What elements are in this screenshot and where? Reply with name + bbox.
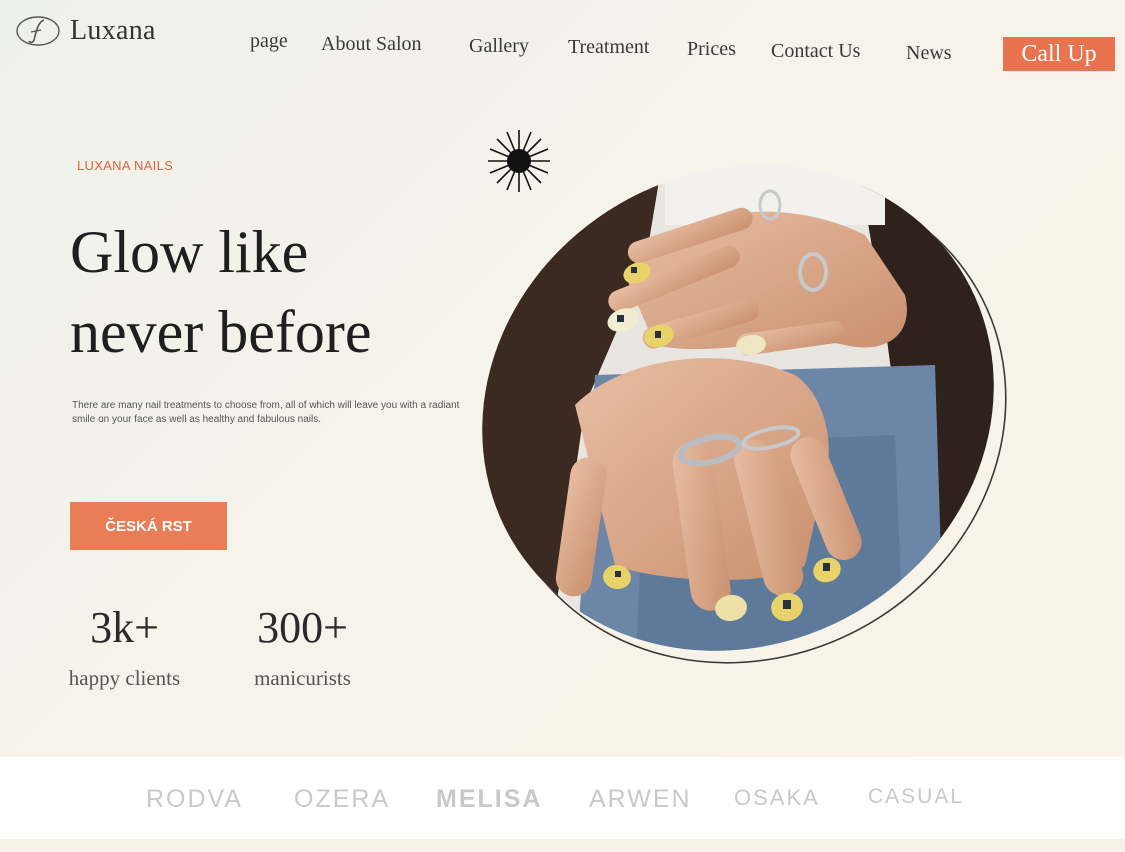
hero-headline-line-1: Glow like	[70, 219, 309, 285]
partner-logo-arwen: ARWEN	[589, 785, 692, 813]
partner-logo-ozera: OZERA	[294, 785, 391, 813]
partner-logos-strip: RODVA OZERA MELISA ARWEN OSAKA CASUAL	[0, 757, 1125, 839]
nav-item-page[interactable]: page	[250, 30, 288, 53]
hero-headline-line-2: never before	[70, 299, 372, 365]
hero-eyebrow: LUXANA NAILS	[77, 158, 174, 173]
partner-logo-melisa: MELISA	[436, 785, 543, 813]
hero-description: There are many nail treatments to choose…	[72, 400, 460, 425]
hero-cta-button[interactable]: ČESKÁ RST	[70, 502, 227, 550]
logo-mark-icon	[16, 16, 60, 46]
hero-headline: Glow like never before	[70, 212, 371, 372]
partner-logo-casual: CASUAL	[868, 785, 965, 808]
hero-hands-photo	[465, 145, 1055, 685]
partner-logo-rodva: RODVA	[146, 785, 244, 813]
partner-logo-osaka: OSAKA	[734, 785, 820, 810]
nav-item-contact-us[interactable]: Contact Us	[771, 40, 860, 63]
section-divider	[0, 839, 1125, 852]
stat-label: manicurists	[254, 666, 351, 690]
nav-item-gallery[interactable]: Gallery	[469, 35, 529, 58]
logo[interactable]: Luxana	[14, 14, 156, 48]
stat-value: 3k+	[90, 603, 159, 652]
call-up-button[interactable]: Call Up	[1003, 37, 1115, 71]
stat-happy-clients: 3k+ happy clients	[52, 604, 197, 691]
stat-label: happy clients	[68, 666, 181, 690]
brand-name: Luxana	[70, 15, 156, 46]
nav-item-news[interactable]: News	[906, 42, 952, 65]
stat-value: 300+	[257, 603, 348, 652]
nav-item-treatment[interactable]: Treatment	[568, 36, 649, 59]
nav-item-about-salon[interactable]: About Salon	[321, 33, 422, 56]
nav-item-prices[interactable]: Prices	[687, 38, 736, 61]
stat-manicurists: 300+ manicurists	[240, 604, 365, 691]
